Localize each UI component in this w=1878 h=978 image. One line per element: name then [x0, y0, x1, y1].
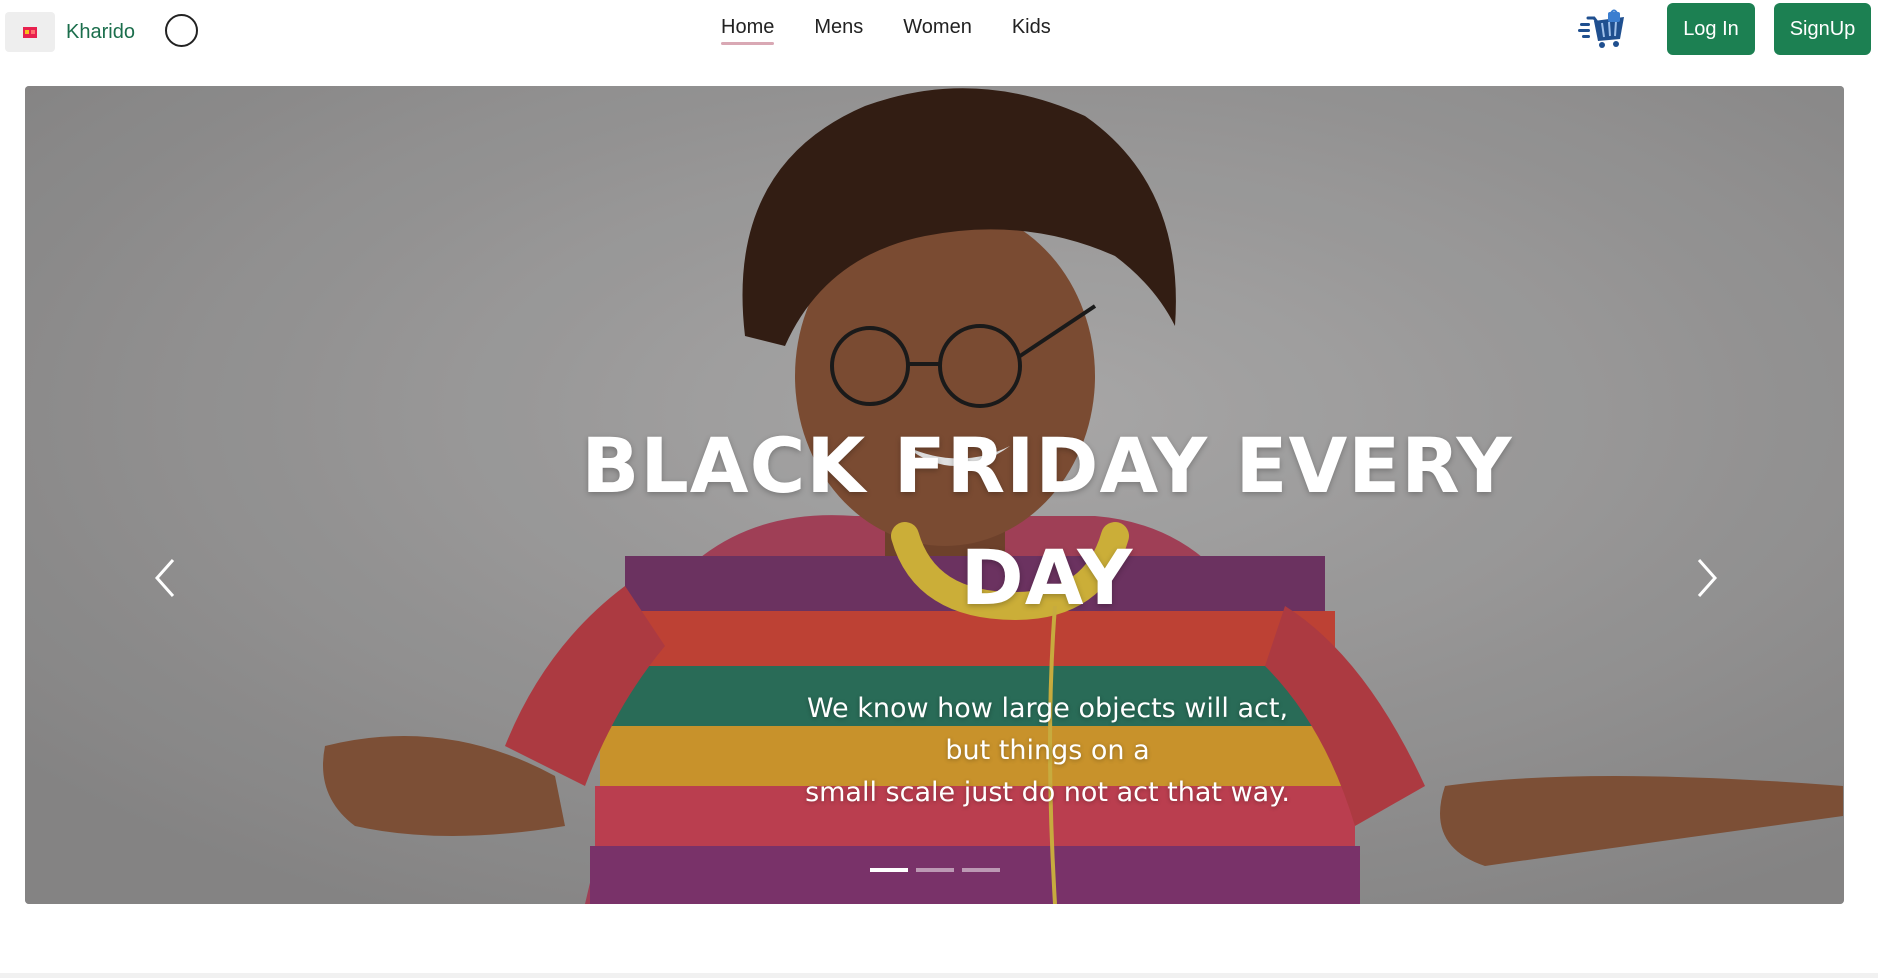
- carousel-indicator-2[interactable]: [916, 868, 954, 872]
- hero-carousel: BLACK FRIDAY EVERY DAY We know how large…: [25, 86, 1844, 904]
- carousel-caption: BLACK FRIDAY EVERY DAY We know how large…: [25, 410, 1844, 808]
- hero-subtitle-line: but things on a: [945, 735, 1150, 766]
- carousel-indicator-1[interactable]: [870, 868, 908, 872]
- signup-button[interactable]: SignUp: [1774, 3, 1871, 55]
- hero-subtitle: We know how large objects will act, but …: [770, 688, 1325, 814]
- main-nav: Home Mens Women Kids: [721, 16, 1091, 45]
- shopping-cart-icon: [1578, 9, 1624, 48]
- shopping-bag-logo-icon: [23, 27, 37, 38]
- nav-link-kids[interactable]: Kids: [1012, 16, 1051, 45]
- brand-logo: [5, 12, 55, 52]
- nav-link-home[interactable]: Home: [721, 16, 775, 45]
- brand-link[interactable]: Kharido: [5, 12, 135, 52]
- carousel-indicator-3[interactable]: [962, 868, 1000, 872]
- cart-link[interactable]: [1578, 8, 1628, 50]
- hero-subtitle-line: We know how large objects will act,: [806, 693, 1289, 724]
- hero-title: BLACK FRIDAY EVERY DAY: [581, 421, 1513, 622]
- nav-link-mens[interactable]: Mens: [814, 16, 863, 45]
- top-navbar: Kharido Home Mens Women Kids Log In Sign…: [0, 0, 1878, 64]
- carousel-indicators: [870, 868, 1008, 872]
- nav-link-women[interactable]: Women: [903, 16, 972, 45]
- hero-subtitle-line: small scale just do not act that way.: [805, 777, 1290, 808]
- theme-toggle-button[interactable]: [165, 14, 198, 47]
- brand-name: Kharido: [66, 20, 135, 43]
- page-divider: [0, 973, 1878, 978]
- login-button[interactable]: Log In: [1667, 3, 1755, 55]
